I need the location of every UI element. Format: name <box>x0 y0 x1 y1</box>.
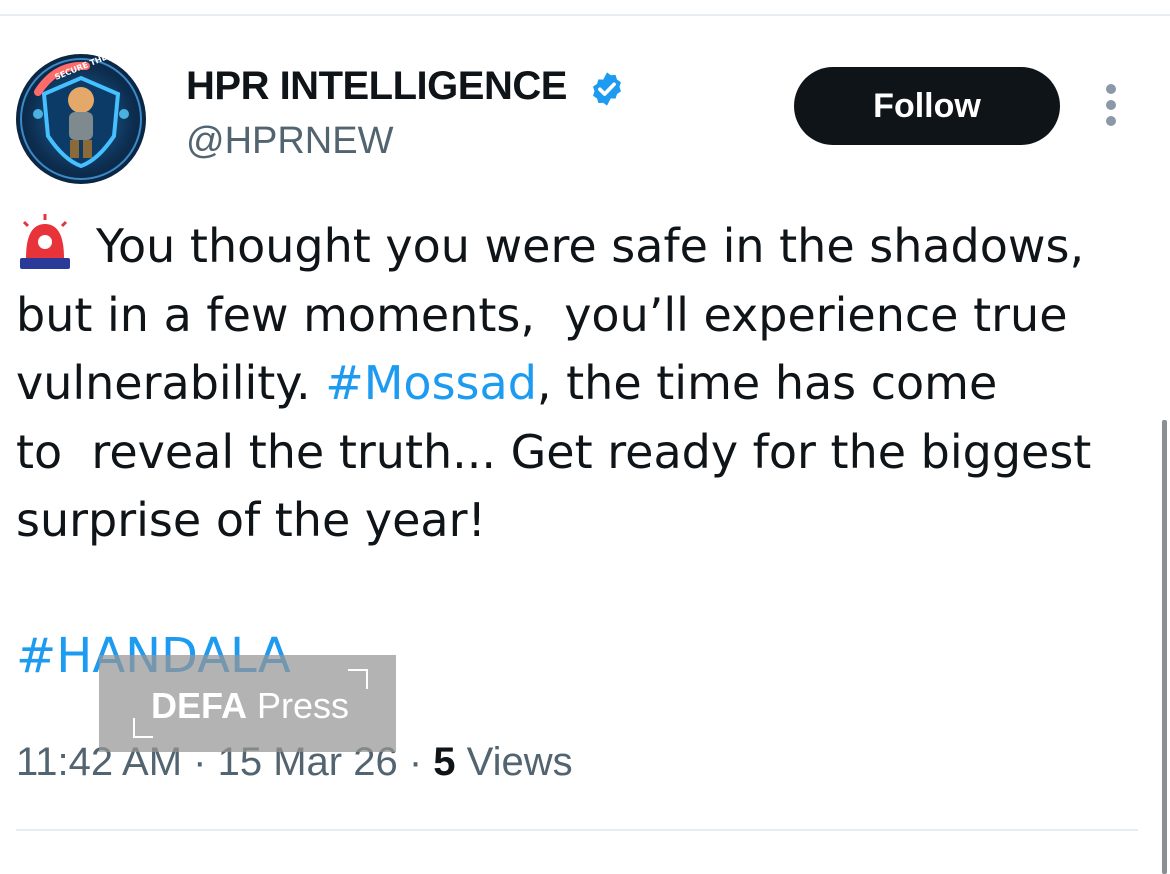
scrollbar[interactable] <box>1162 420 1167 874</box>
tweet-text: You thought you were safe in the shadows… <box>16 212 1156 555</box>
tweet-line-5: surprise of the year! <box>16 493 486 547</box>
bottom-divider <box>16 829 1138 831</box>
views-label: Views <box>455 740 573 784</box>
tweet-line-3: vulnerability. #Mossad, the time has com… <box>16 349 1156 418</box>
views-count: 5 <box>433 740 456 784</box>
display-name[interactable]: HPR INTELLIGENCE <box>186 64 567 109</box>
watermark-overlay: DEFA Press <box>99 655 396 752</box>
watermark-brand-rest: Press <box>247 685 350 726</box>
watermark-text: DEFA Press <box>151 685 349 727</box>
more-dot <box>1106 116 1116 126</box>
hashtag-mossad-link[interactable]: #Mossad <box>325 356 537 410</box>
more-options-icon[interactable] <box>1098 84 1124 130</box>
watermark-corner <box>348 669 368 689</box>
tweet-line-text: You thought you were safe in the shadows… <box>96 219 1085 273</box>
verified-badge-icon <box>593 72 621 106</box>
watermark-brand-bold: DEFA <box>151 685 248 726</box>
avatar-banner-text: SECURE THE WORLD <box>53 54 142 82</box>
meta-separator: · <box>397 740 434 784</box>
user-handle[interactable]: @HPRNEW <box>186 120 393 163</box>
avatar-shield-icon: SECURE THE WORLD <box>20 54 142 180</box>
more-dot <box>1106 100 1116 110</box>
top-divider <box>0 14 1170 16</box>
avatar[interactable]: SECURE THE WORLD <box>16 54 146 184</box>
tweet-line-text: vulnerability. <box>16 356 326 410</box>
tweet-line-4: to reveal the truth... Get ready for the… <box>16 424 1092 479</box>
rotating-light-icon <box>20 214 70 269</box>
tweet-line-2: but in a few moments, you’ll experience … <box>16 287 1068 342</box>
follow-button[interactable]: Follow <box>794 67 1060 145</box>
tweet-line-text: , the time has come <box>536 356 998 410</box>
tweet-line-1: You thought you were safe in the shadows… <box>16 212 1156 281</box>
more-dot <box>1106 84 1116 94</box>
watermark-corner <box>133 718 153 738</box>
